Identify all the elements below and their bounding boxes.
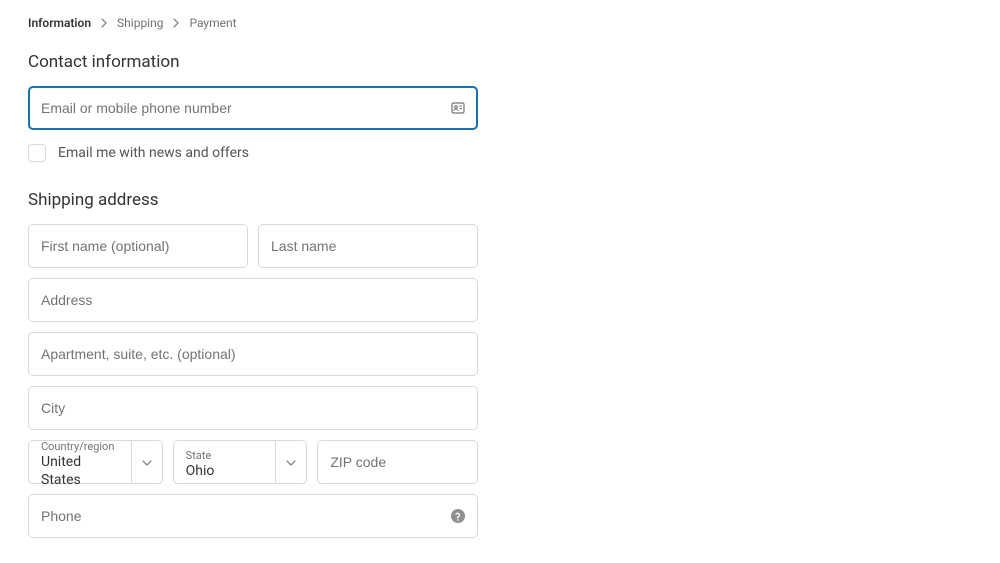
state-select-label: State [186,449,264,462]
email-input[interactable] [28,86,478,130]
caret-down-icon [142,453,152,472]
state-select[interactable]: State Ohio [173,440,308,484]
country-select[interactable]: Country/region United States [28,440,163,484]
zip-input[interactable] [317,440,478,484]
chevron-right-icon [171,18,181,28]
news-checkbox[interactable] [28,144,46,162]
country-select-label: Country/region [41,440,119,453]
breadcrumb: Information Shipping Payment [28,16,972,30]
chevron-right-icon [99,18,109,28]
city-input[interactable] [28,386,478,430]
country-dropdown-button[interactable] [131,440,163,484]
contact-heading: Contact information [28,52,478,72]
breadcrumb-step-shipping[interactable]: Shipping [117,16,163,30]
news-checkbox-label: Email me with news and offers [58,145,249,161]
help-icon[interactable] [450,508,466,524]
contact-section: Contact information Email me with news a… [28,52,478,162]
apartment-input[interactable] [28,332,478,376]
phone-input[interactable] [28,494,478,538]
shipping-heading: Shipping address [28,190,478,210]
country-select-value: United States [41,453,119,489]
last-name-input[interactable] [258,224,478,268]
contact-card-icon [450,100,466,116]
state-select-value: Ohio [186,462,264,480]
address-input[interactable] [28,278,478,322]
shipping-section: Shipping address Country/region United S… [28,190,478,538]
first-name-input[interactable] [28,224,248,268]
breadcrumb-step-payment[interactable]: Payment [189,16,236,30]
state-dropdown-button[interactable] [275,440,307,484]
breadcrumb-step-information[interactable]: Information [28,16,91,30]
caret-down-icon [286,453,296,472]
